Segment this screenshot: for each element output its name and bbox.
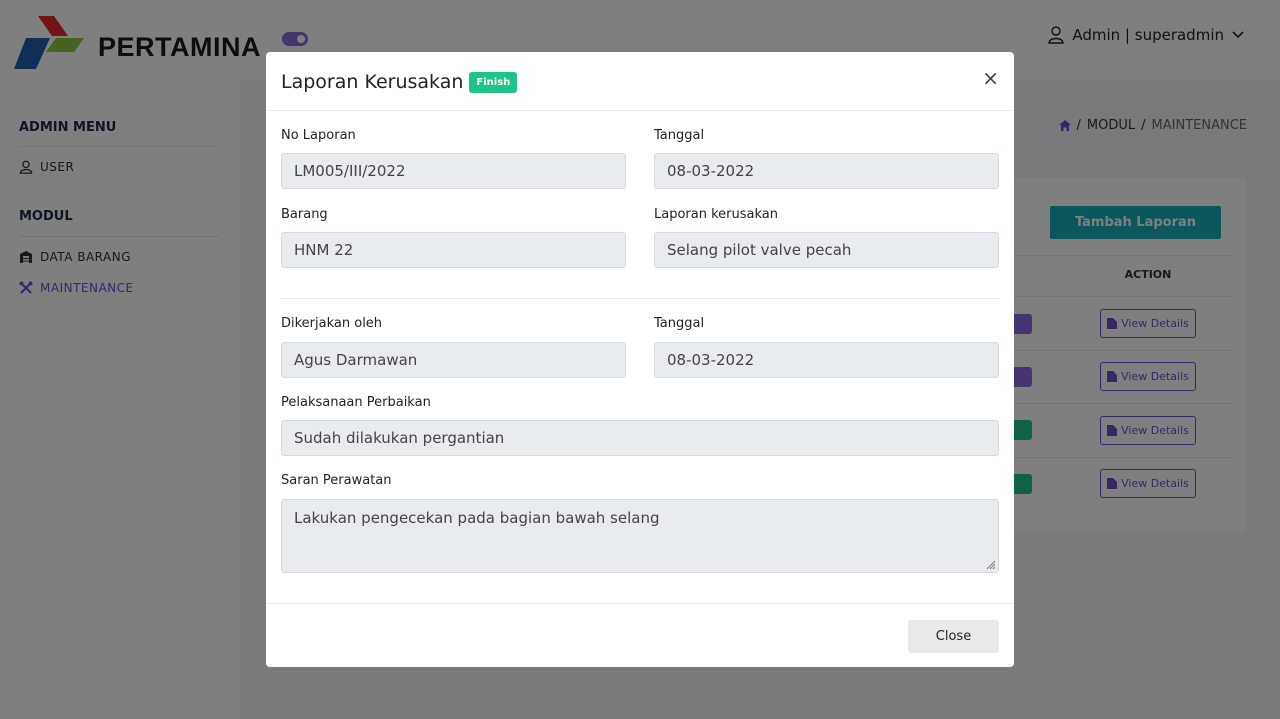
resize-handle-icon[interactable] <box>986 560 996 570</box>
saran-perawatan-text: Lakukan pengecekan pada bagian bawah sel… <box>294 509 660 527</box>
tanggal-selesai-field[interactable]: 08-03-2022 <box>654 342 999 378</box>
form-divider <box>281 298 999 299</box>
dikerjakan-oleh-field[interactable]: Agus Darmawan <box>281 342 626 378</box>
status-badge: Finish <box>469 72 518 93</box>
tanggal-field[interactable]: 08-03-2022 <box>654 153 999 189</box>
close-icon[interactable]: × <box>982 68 999 88</box>
tanggal-label: Tanggal <box>654 128 705 143</box>
pelaksanaan-perbaikan-field[interactable]: Sudah dilakukan pergantian <box>281 420 999 456</box>
barang-label: Barang <box>281 207 328 222</box>
pelaksanaan-perbaikan-label: Pelaksanaan Perbaikan <box>281 395 431 410</box>
laporan-kerusakan-label: Laporan kerusakan <box>654 207 778 222</box>
close-button[interactable]: Close <box>908 620 999 653</box>
dikerjakan-oleh-label: Dikerjakan oleh <box>281 316 383 331</box>
modal-title: Laporan Kerusakan Finish <box>281 70 518 93</box>
saran-perawatan-label: Saran Perawatan <box>281 473 392 488</box>
tanggal-selesai-label: Tanggal <box>654 316 705 331</box>
modal-footer: Close <box>266 603 1014 667</box>
barang-field[interactable]: HNM 22 <box>281 232 626 268</box>
no-laporan-field[interactable]: LM005/III/2022 <box>281 153 626 189</box>
modal-title-text: Laporan Kerusakan <box>281 70 464 93</box>
laporan-kerusakan-field[interactable]: Selang pilot valve pecah <box>654 232 999 268</box>
no-laporan-label: No Laporan <box>281 128 356 143</box>
modal-header: Laporan Kerusakan Finish × <box>266 52 1014 111</box>
laporan-kerusakan-modal: Laporan Kerusakan Finish × No Laporan LM… <box>266 52 1014 667</box>
saran-perawatan-textarea[interactable]: Lakukan pengecekan pada bagian bawah sel… <box>281 499 999 573</box>
